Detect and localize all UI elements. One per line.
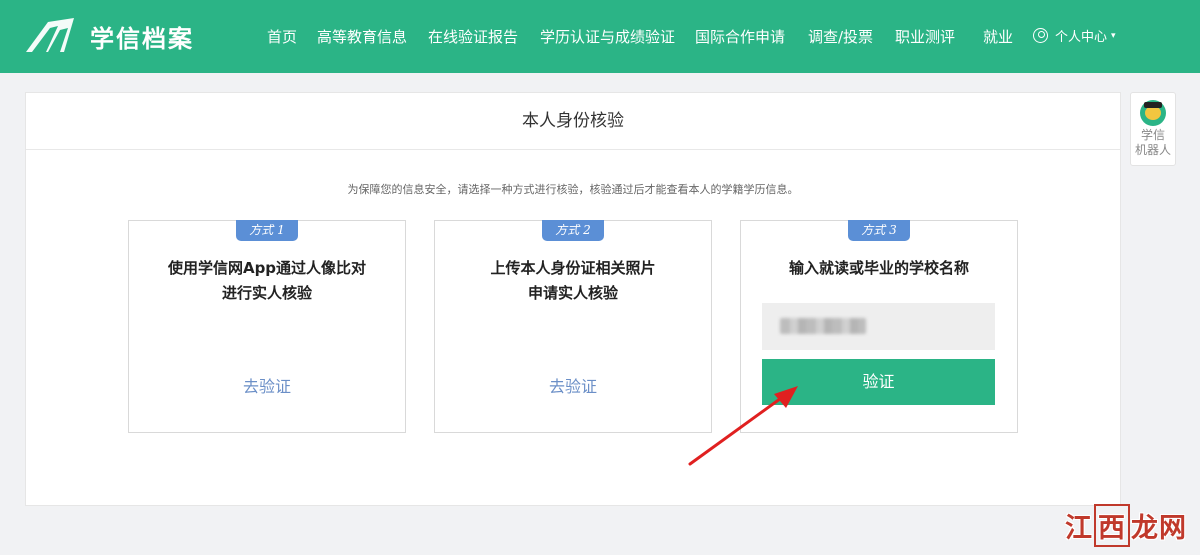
nav-online-verification[interactable]: 在线验证报告 [428, 26, 518, 47]
watermark-char: 西 [1094, 503, 1130, 547]
go-verify-link-app[interactable]: 去验证 [129, 373, 405, 397]
user-center-menu[interactable]: 个人中心 ▾ [1033, 26, 1116, 45]
method-title-line: 上传本人身份证相关照片 [490, 259, 656, 277]
watermark-char: 龙网 [1131, 512, 1187, 544]
user-icon [1033, 28, 1048, 43]
nav-survey[interactable]: 调查/投票 [808, 26, 873, 47]
method-title: 输入就读或毕业的学校名称 [788, 259, 969, 277]
top-navbar: 学信档案 首页 高等教育信息 在线验证报告 学历认证与成绩验证 国际合作申请 调… [0, 0, 1200, 73]
method-badge: 方式 1 [236, 220, 298, 241]
robot-label-line2: 机器人 [1134, 143, 1171, 157]
page-title: 本人身份核验 [26, 93, 1120, 150]
nav-career-assessment[interactable]: 职业测评 [895, 26, 955, 47]
go-verify-link-upload[interactable]: 去验证 [435, 373, 711, 397]
method-title: 上传本人身份证相关照片 申请实人核验 [435, 256, 711, 306]
brand-name: 学信档案 [90, 24, 194, 53]
nav-home[interactable]: 首页 [267, 26, 297, 47]
xuexin-robot-widget[interactable]: 学信 机器人 [1130, 92, 1176, 166]
site-watermark: 江 西 龙网 [1062, 503, 1190, 547]
method-title-line: 使用学信网App通过人像比对 [167, 259, 367, 277]
brand-logo[interactable]: 学信档案 [24, 18, 194, 54]
nav-higher-education[interactable]: 高等教育信息 [317, 26, 407, 47]
method-title: 使用学信网App通过人像比对 进行实人核验 [129, 256, 405, 306]
nav-international[interactable]: 国际合作申请 [695, 26, 785, 47]
blurred-school-name [780, 318, 866, 334]
watermark-char: 江 [1065, 512, 1093, 544]
method-badge: 方式 3 [848, 220, 910, 241]
method-card-2: 方式 2 上传本人身份证相关照片 申请实人核验 去验证 [434, 220, 712, 433]
method-badge: 方式 2 [542, 220, 604, 241]
logo-icon [26, 18, 74, 52]
security-notice: 为保障您的信息安全，请选择一种方式进行核验，核验通过后才能查看本人的学籍学历信息… [347, 183, 799, 196]
method-title-line: 进行实人核验 [221, 284, 312, 302]
nav-employment[interactable]: 就业 [983, 26, 1013, 47]
method-title-line: 申请实人核验 [527, 284, 618, 302]
caret-down-icon: ▾ [1111, 30, 1116, 41]
robot-icon [1140, 100, 1166, 126]
nav-degree-certification[interactable]: 学历认证与成绩验证 [540, 26, 675, 47]
identity-verification-card: 本人身份核验 为保障您的信息安全，请选择一种方式进行核验，核验通过后才能查看本人… [25, 92, 1121, 506]
red-arrow-annotation [688, 386, 798, 466]
method-card-1: 方式 1 使用学信网App通过人像比对 进行实人核验 去验证 [128, 220, 406, 433]
user-center-label: 个人中心 [1055, 30, 1108, 45]
school-name-input[interactable] [762, 303, 995, 350]
robot-label-line1: 学信 [1140, 128, 1165, 142]
